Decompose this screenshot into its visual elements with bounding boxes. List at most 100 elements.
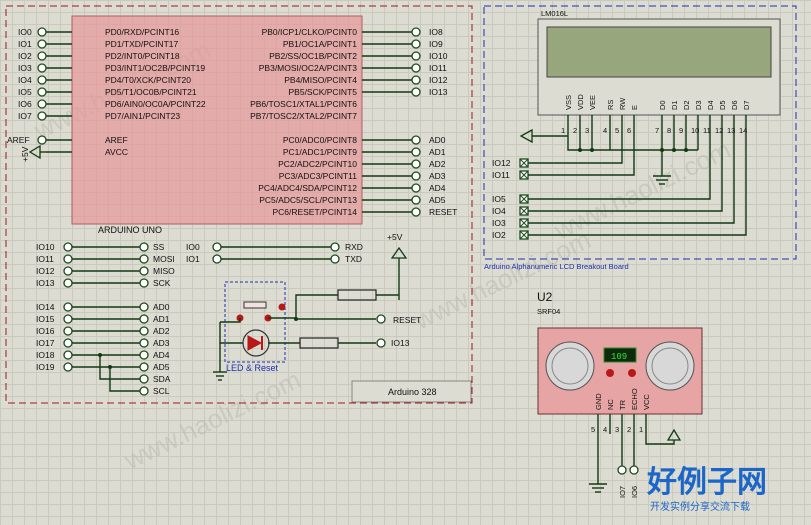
analog-terminal[interactable] [411,207,421,217]
mcu-pin-label: PC5/ADC5/SCL/PCINT13 [259,195,357,205]
analog-right-terminal[interactable] [139,362,149,372]
io-net-label: IO10 [429,51,448,61]
reset-button[interactable] [243,301,267,309]
transducer-right [645,341,695,391]
io-terminal[interactable] [411,51,421,61]
mcu-pin-label: PC4/ADC4/SDA/PCINT12 [258,183,357,193]
mcu-pin-label: PB0/ICP1/CLKO/PCINT0 [262,27,358,37]
lcd-io-terminal[interactable] [519,170,529,180]
io-terminal[interactable] [411,27,421,37]
io-terminal[interactable] [37,51,47,61]
analog-left-terminal[interactable] [63,350,73,360]
io-net-label: IO9 [429,39,443,49]
lcd-io-label: IO11 [492,170,510,180]
lcd-pin-name: VEE [588,95,597,110]
serial-left-terminal[interactable] [212,242,222,252]
sensor-io-terminal[interactable] [629,465,639,475]
analog-right-terminal[interactable] [139,386,149,396]
mcu-pin-label: AVCC [105,147,128,157]
sensor-io-terminal[interactable] [617,465,627,475]
analog-right-terminal[interactable] [139,314,149,324]
analog-right-terminal[interactable] [139,302,149,312]
io-net-label: IO5 [18,87,32,97]
analog-right-terminal[interactable] [139,326,149,336]
logo-sub: 开发实例分享交流下载 [650,500,750,513]
io-terminal[interactable] [37,63,47,73]
analog-terminal[interactable] [411,171,421,181]
lcd-part-label: LM016L [541,9,568,18]
io-terminal[interactable] [37,27,47,37]
spi-left-terminal[interactable] [63,266,73,276]
serial-right-terminal[interactable] [330,254,340,264]
serial-left-label: IO0 [186,242,200,252]
mcu-pin-label: PD0/RXD/PCINT16 [105,27,179,37]
analog-left-terminal[interactable] [63,302,73,312]
lcd-pin-number: 1 [561,126,565,135]
mcu-pin-label: PD3/INT1/OC2B/PCINT19 [105,63,205,73]
io-terminal[interactable] [411,87,421,97]
analog-net-label: RESET [429,207,457,217]
io-terminal[interactable] [37,99,47,109]
aref-terminal[interactable] [37,135,47,145]
io-net-label: IO8 [429,27,443,37]
lcd-io-terminal[interactable] [519,218,529,228]
io-terminal[interactable] [37,39,47,49]
serial-left-terminal[interactable] [212,254,222,264]
analog-left-label: IO18 [36,350,55,360]
io-terminal[interactable] [37,75,47,85]
spi-right-terminal[interactable] [139,254,149,264]
mcu-pin-label: PD2/INT0/PCINT18 [105,51,180,61]
lcd-pin-number: 12 [715,126,723,135]
analog-right-terminal[interactable] [139,374,149,384]
lcd-io-terminal[interactable] [519,206,529,216]
analog-terminal[interactable] [411,135,421,145]
spi-right-label: SS [153,242,165,252]
analog-left-terminal[interactable] [63,362,73,372]
lcd-io-terminal[interactable] [519,194,529,204]
spi-right-terminal[interactable] [139,242,149,252]
analog-right-terminal[interactable] [139,350,149,360]
spi-left-terminal[interactable] [63,242,73,252]
io-terminal[interactable] [37,87,47,97]
analog-right-label: AD4 [153,350,170,360]
analog-left-terminal[interactable] [63,326,73,336]
mcu-pin-label: PC3/ADC3/PCINT11 [279,171,358,181]
sensor-pin-name: NC [606,399,615,410]
analog-terminal[interactable] [411,195,421,205]
sensor-pin-number: 5 [591,425,595,434]
analog-terminal[interactable] [411,159,421,169]
lcd-io-terminal[interactable] [519,230,529,240]
analog-net-block: IO14 IO15 IO16 IO17 IO18 IO19 AD0 AD1 AD2 AD3 AD4 A… [36,302,171,396]
analog-left-terminal[interactable] [63,338,73,348]
sensor-pin-number: 1 [639,425,643,434]
spi-right-terminal[interactable] [139,278,149,288]
spi-left-label: IO12 [36,266,55,276]
analog-left-terminal[interactable] [63,314,73,324]
io-terminal[interactable] [37,111,47,121]
lcd-io-terminal[interactable] [519,158,529,168]
spi-left-label: IO10 [36,242,55,252]
lcd-pin-name: D4 [706,100,715,110]
spi-left-terminal[interactable] [63,278,73,288]
io-terminal[interactable] [411,63,421,73]
serial-right-terminal[interactable] [330,242,340,252]
io-terminal[interactable] [411,39,421,49]
lcd-pin-name: RW [618,97,627,110]
mcu-pin-label: PB2/SS/OC1B/PCINT2 [269,51,357,61]
analog-net-label: AD5 [429,195,446,205]
spi-right-terminal[interactable] [139,266,149,276]
plus5v-label: +5V [387,232,403,242]
lcd-pin-number: 6 [627,126,631,135]
lcd-pin-name: VSS [564,95,573,110]
reset-terminal[interactable] [376,314,386,324]
analog-right-terminal[interactable] [139,338,149,348]
spi-left-terminal[interactable] [63,254,73,264]
io13-terminal[interactable] [376,338,386,348]
analog-terminal[interactable] [411,183,421,193]
io-net-label: IO13 [429,87,448,97]
serial-net-block: IO0 RXD IO1 TXD [186,242,363,264]
analog-terminal[interactable] [411,147,421,157]
plus5v-supply: +5V [387,232,408,300]
io-terminal[interactable] [411,75,421,85]
lcd-io-label: IO3 [492,218,506,228]
